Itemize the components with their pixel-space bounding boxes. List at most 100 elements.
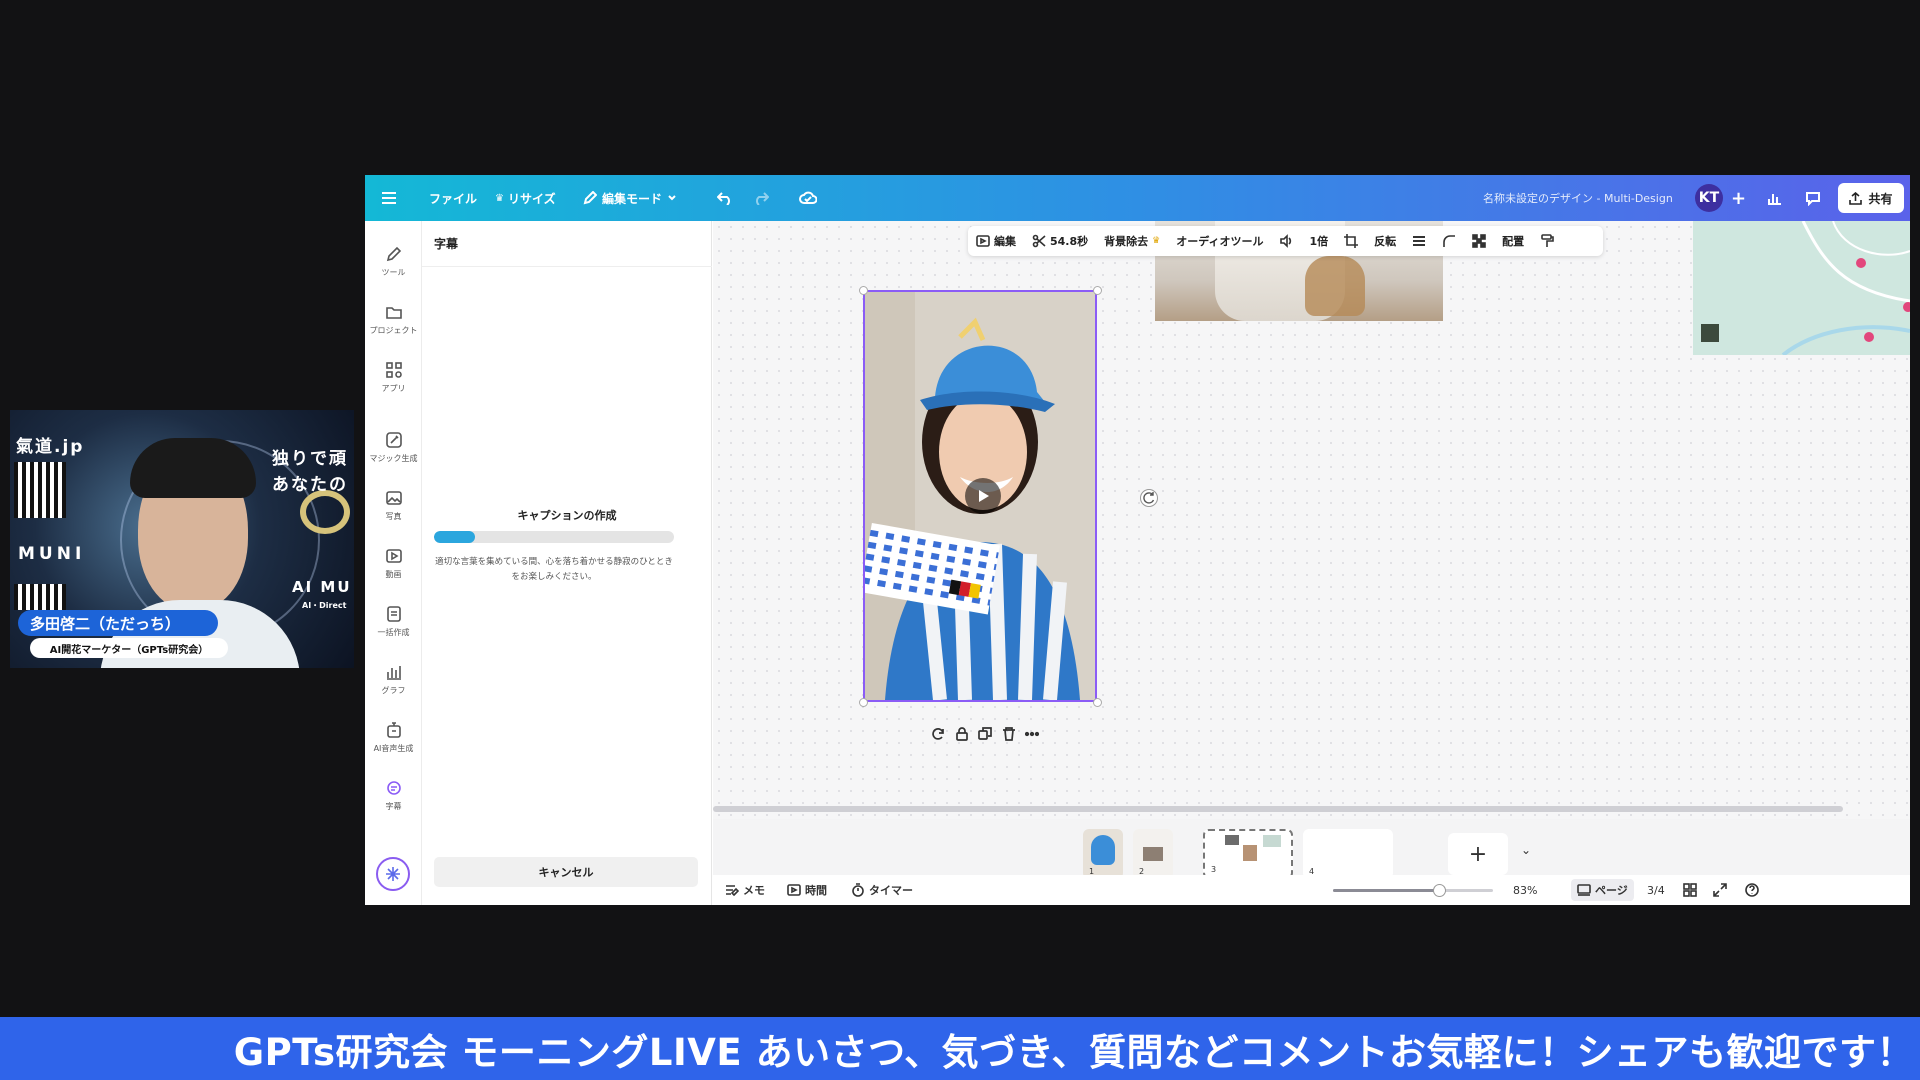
more-icon[interactable] <box>1025 727 1039 741</box>
desktop-stage: ファイル ♛ リサイズ 編集モード 名称未設定のデザイン - Multi-Des… <box>0 0 1920 1080</box>
selected-video-element[interactable] <box>863 290 1097 702</box>
duplicate-icon[interactable] <box>978 727 992 741</box>
grid-view-button[interactable] <box>1683 875 1697 905</box>
zoom-slider[interactable] <box>1333 884 1493 897</box>
page-thumb-4[interactable]: 4 <box>1303 829 1393 879</box>
zoom-level[interactable]: 83% <box>1513 875 1537 905</box>
banner-text: GPTs研究会 モーニングLIVE あいさつ、気づき、質問などコメントお気軽に！… <box>233 1030 1914 1074</box>
resize-handle[interactable] <box>1093 286 1102 295</box>
rail-item-ai-voice[interactable]: AI音声生成 <box>365 717 422 767</box>
rail-item-apps[interactable]: アプリ <box>365 357 422 407</box>
rail-item-projects[interactable]: プロジェクト <box>365 299 422 349</box>
map-element[interactable] <box>1693 221 1910 355</box>
insights-button[interactable] <box>1767 175 1783 221</box>
volume-button[interactable] <box>1271 226 1301 256</box>
rail-item-photos[interactable]: 写真 <box>365 485 422 535</box>
crown-icon: ♛ <box>1152 236 1161 246</box>
speaker-icon <box>1280 234 1292 248</box>
page-counter: 3/4 <box>1647 875 1665 905</box>
edit-video-button[interactable]: 編集 <box>968 226 1024 256</box>
comment-icon <box>1806 192 1820 206</box>
add-collaborator-button[interactable]: + <box>1731 175 1746 221</box>
share-button[interactable]: 共有 <box>1838 183 1904 213</box>
rail-item-captions[interactable]: 字幕 <box>365 775 422 825</box>
transparency-button[interactable] <box>1464 226 1494 256</box>
add-page-button[interactable]: + <box>1448 833 1508 875</box>
arrange-button[interactable]: 配置 <box>1494 226 1532 256</box>
notes-button[interactable]: メモ <box>725 875 765 905</box>
redo-button[interactable] <box>753 175 769 221</box>
menu-button[interactable] <box>381 175 397 221</box>
horizontal-scrollbar[interactable] <box>713 806 1843 812</box>
bg-remove-button[interactable]: 背景除去 ♛ <box>1096 226 1168 256</box>
undo-icon <box>717 192 730 205</box>
pages-view-button[interactable]: ページ <box>1571 879 1634 901</box>
cancel-label: キャンセル <box>538 866 594 879</box>
image-icon <box>385 491 402 505</box>
undo-button[interactable] <box>717 175 733 221</box>
cancel-button[interactable]: キャンセル <box>434 857 698 887</box>
zoom-slider-knob[interactable] <box>1432 884 1446 897</box>
trim-button[interactable]: 54.8秒 <box>1024 226 1096 256</box>
crop-button[interactable] <box>1336 226 1366 256</box>
cloud-save-button[interactable] <box>799 175 817 221</box>
page-thumb-1[interactable]: 1 <box>1083 829 1123 879</box>
resize-menu[interactable]: ♛ リサイズ <box>495 175 556 221</box>
corner-icon <box>1443 235 1456 247</box>
editor-canvas[interactable]: 編集 54.8秒 背景除去 ♛ オーディオツール 1倍 反転 配置 <box>713 221 1910 819</box>
corner-rounding-button[interactable] <box>1434 226 1464 256</box>
play-button[interactable] <box>965 478 1001 514</box>
design-title[interactable]: 名称未設定のデザイン - Multi-Design <box>1483 175 1673 221</box>
magic-assistant-button[interactable] <box>376 857 410 891</box>
caption-progress-fill <box>434 531 475 543</box>
rail-item-magic[interactable]: マジック生成 <box>365 427 422 477</box>
file-menu[interactable]: ファイル <box>429 175 477 221</box>
crop-icon <box>1344 234 1359 248</box>
page-thumb-3[interactable]: 3 <box>1203 829 1293 879</box>
time-button[interactable]: 時間 <box>787 875 827 905</box>
rail-item-videos[interactable]: 動画 <box>365 543 422 593</box>
avatar[interactable]: KT <box>1695 184 1723 212</box>
bar-chart-icon <box>1768 194 1781 205</box>
rotate-icon <box>1143 492 1155 504</box>
pages-chevron-down-icon[interactable]: ⌄ <box>1521 843 1531 857</box>
notes-label: メモ <box>743 884 765 897</box>
page-number: 3 <box>1211 865 1217 874</box>
replace-icon[interactable] <box>931 727 945 741</box>
sparkle-icon <box>386 867 400 881</box>
overlay-text-right-1: 独りで頑 <box>272 449 348 469</box>
chevron-down-icon <box>668 195 676 201</box>
thumb-graphic <box>1263 835 1281 847</box>
resize-handle[interactable] <box>1093 698 1102 707</box>
help-button[interactable] <box>1745 875 1759 905</box>
lines-icon <box>1413 236 1426 246</box>
timer-button[interactable]: タイマー <box>851 875 913 905</box>
lock-icon[interactable] <box>955 727 969 741</box>
zoom-value: 83% <box>1513 883 1538 897</box>
border-style-button[interactable] <box>1404 226 1434 256</box>
flip-button[interactable]: 反転 <box>1366 226 1404 256</box>
apps-icon <box>385 362 402 378</box>
overlay-text-right-2: あなたの <box>272 475 348 495</box>
rail-item-tools[interactable]: ツール <box>365 241 422 291</box>
left-rail: ツール プロジェクト アプリ マジック生成 写真 動画 一括作成 グラフ AI音… <box>365 221 422 905</box>
edit-mode-menu[interactable]: 編集モード <box>583 175 677 221</box>
play-icon <box>979 490 989 502</box>
copy-style-button[interactable] <box>1532 226 1562 256</box>
trash-icon[interactable] <box>1002 727 1016 741</box>
rotate-handle[interactable] <box>1140 489 1158 507</box>
resize-handle[interactable] <box>859 286 868 295</box>
notes-icon <box>726 885 739 897</box>
resize-handle[interactable] <box>859 698 868 707</box>
pages-icon <box>1577 884 1591 896</box>
rail-item-bulk[interactable]: 一括作成 <box>365 601 422 651</box>
fullscreen-button[interactable] <box>1713 875 1727 905</box>
rail-item-charts[interactable]: グラフ <box>365 659 422 709</box>
live-banner: GPTs研究会 モーニングLIVE あいさつ、気づき、質問などコメントお気軽に！… <box>0 1017 1920 1080</box>
speed-button[interactable]: 1倍 <box>1301 226 1336 256</box>
page-thumb-2[interactable]: 2 <box>1133 829 1173 879</box>
bg-remove-label: 背景除去 <box>1104 235 1149 248</box>
audio-tools-button[interactable]: オーディオツール <box>1168 226 1271 256</box>
comments-button[interactable] <box>1805 175 1821 221</box>
edit-label: 編集 <box>994 235 1016 248</box>
